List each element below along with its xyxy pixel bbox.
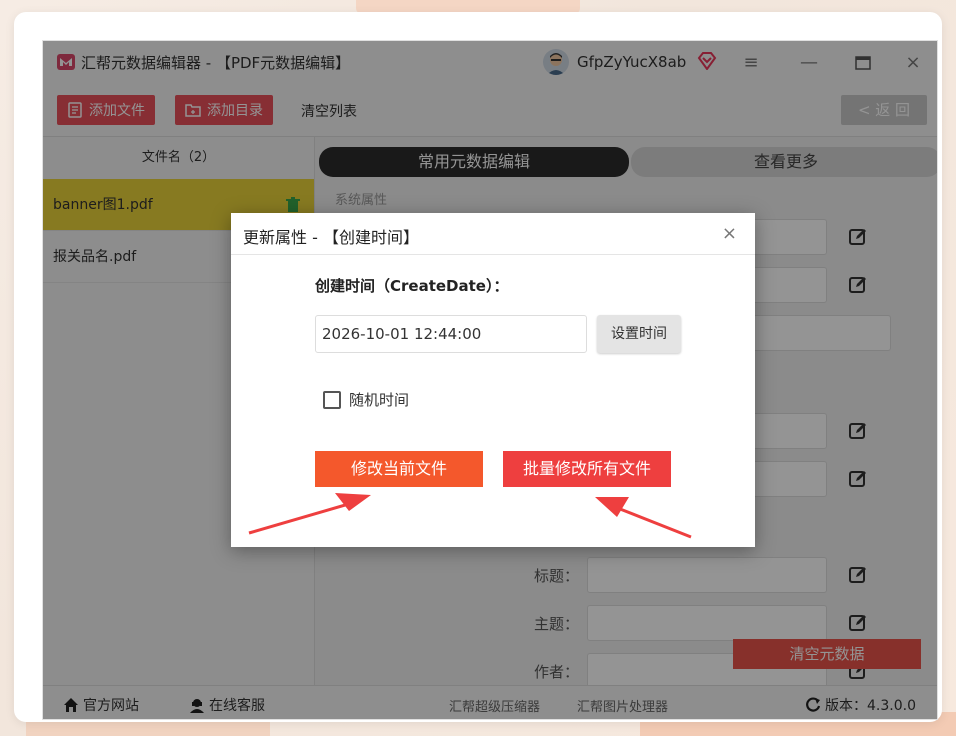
dialog-title: 更新属性 - 【创建时间】: [243, 228, 419, 247]
app-window: 汇帮元数据编辑器 - 【PDF元数据编辑】 GfpZyYucX8ab ≡ — ×…: [42, 40, 938, 720]
random-time-option[interactable]: 随机时间: [323, 389, 409, 410]
dialog-close-icon[interactable]: ×: [722, 223, 737, 244]
annotation-arrow-right: [595, 497, 692, 539]
set-time-button[interactable]: 设置时间: [597, 315, 681, 353]
annotation-arrow-left: [248, 493, 371, 535]
random-time-label: 随机时间: [349, 391, 410, 409]
update-property-dialog: 更新属性 - 【创建时间】 × 创建时间（CreateDate）： 设置时间 随…: [231, 213, 755, 547]
annotation-arrows: [248, 493, 692, 539]
batch-modify-all-button[interactable]: 批量修改所有文件: [503, 451, 671, 487]
random-time-checkbox[interactable]: [323, 390, 341, 409]
screenshot-frame: 汇帮元数据编辑器 - 【PDF元数据编辑】 GfpZyYucX8ab ≡ — ×…: [14, 12, 942, 722]
create-date-label: 创建时间（CreateDate）：: [315, 277, 509, 295]
create-date-input[interactable]: [315, 315, 587, 353]
modify-current-file-button[interactable]: 修改当前文件: [315, 451, 483, 487]
dialog-header: 更新属性 - 【创建时间】 ×: [231, 213, 755, 255]
